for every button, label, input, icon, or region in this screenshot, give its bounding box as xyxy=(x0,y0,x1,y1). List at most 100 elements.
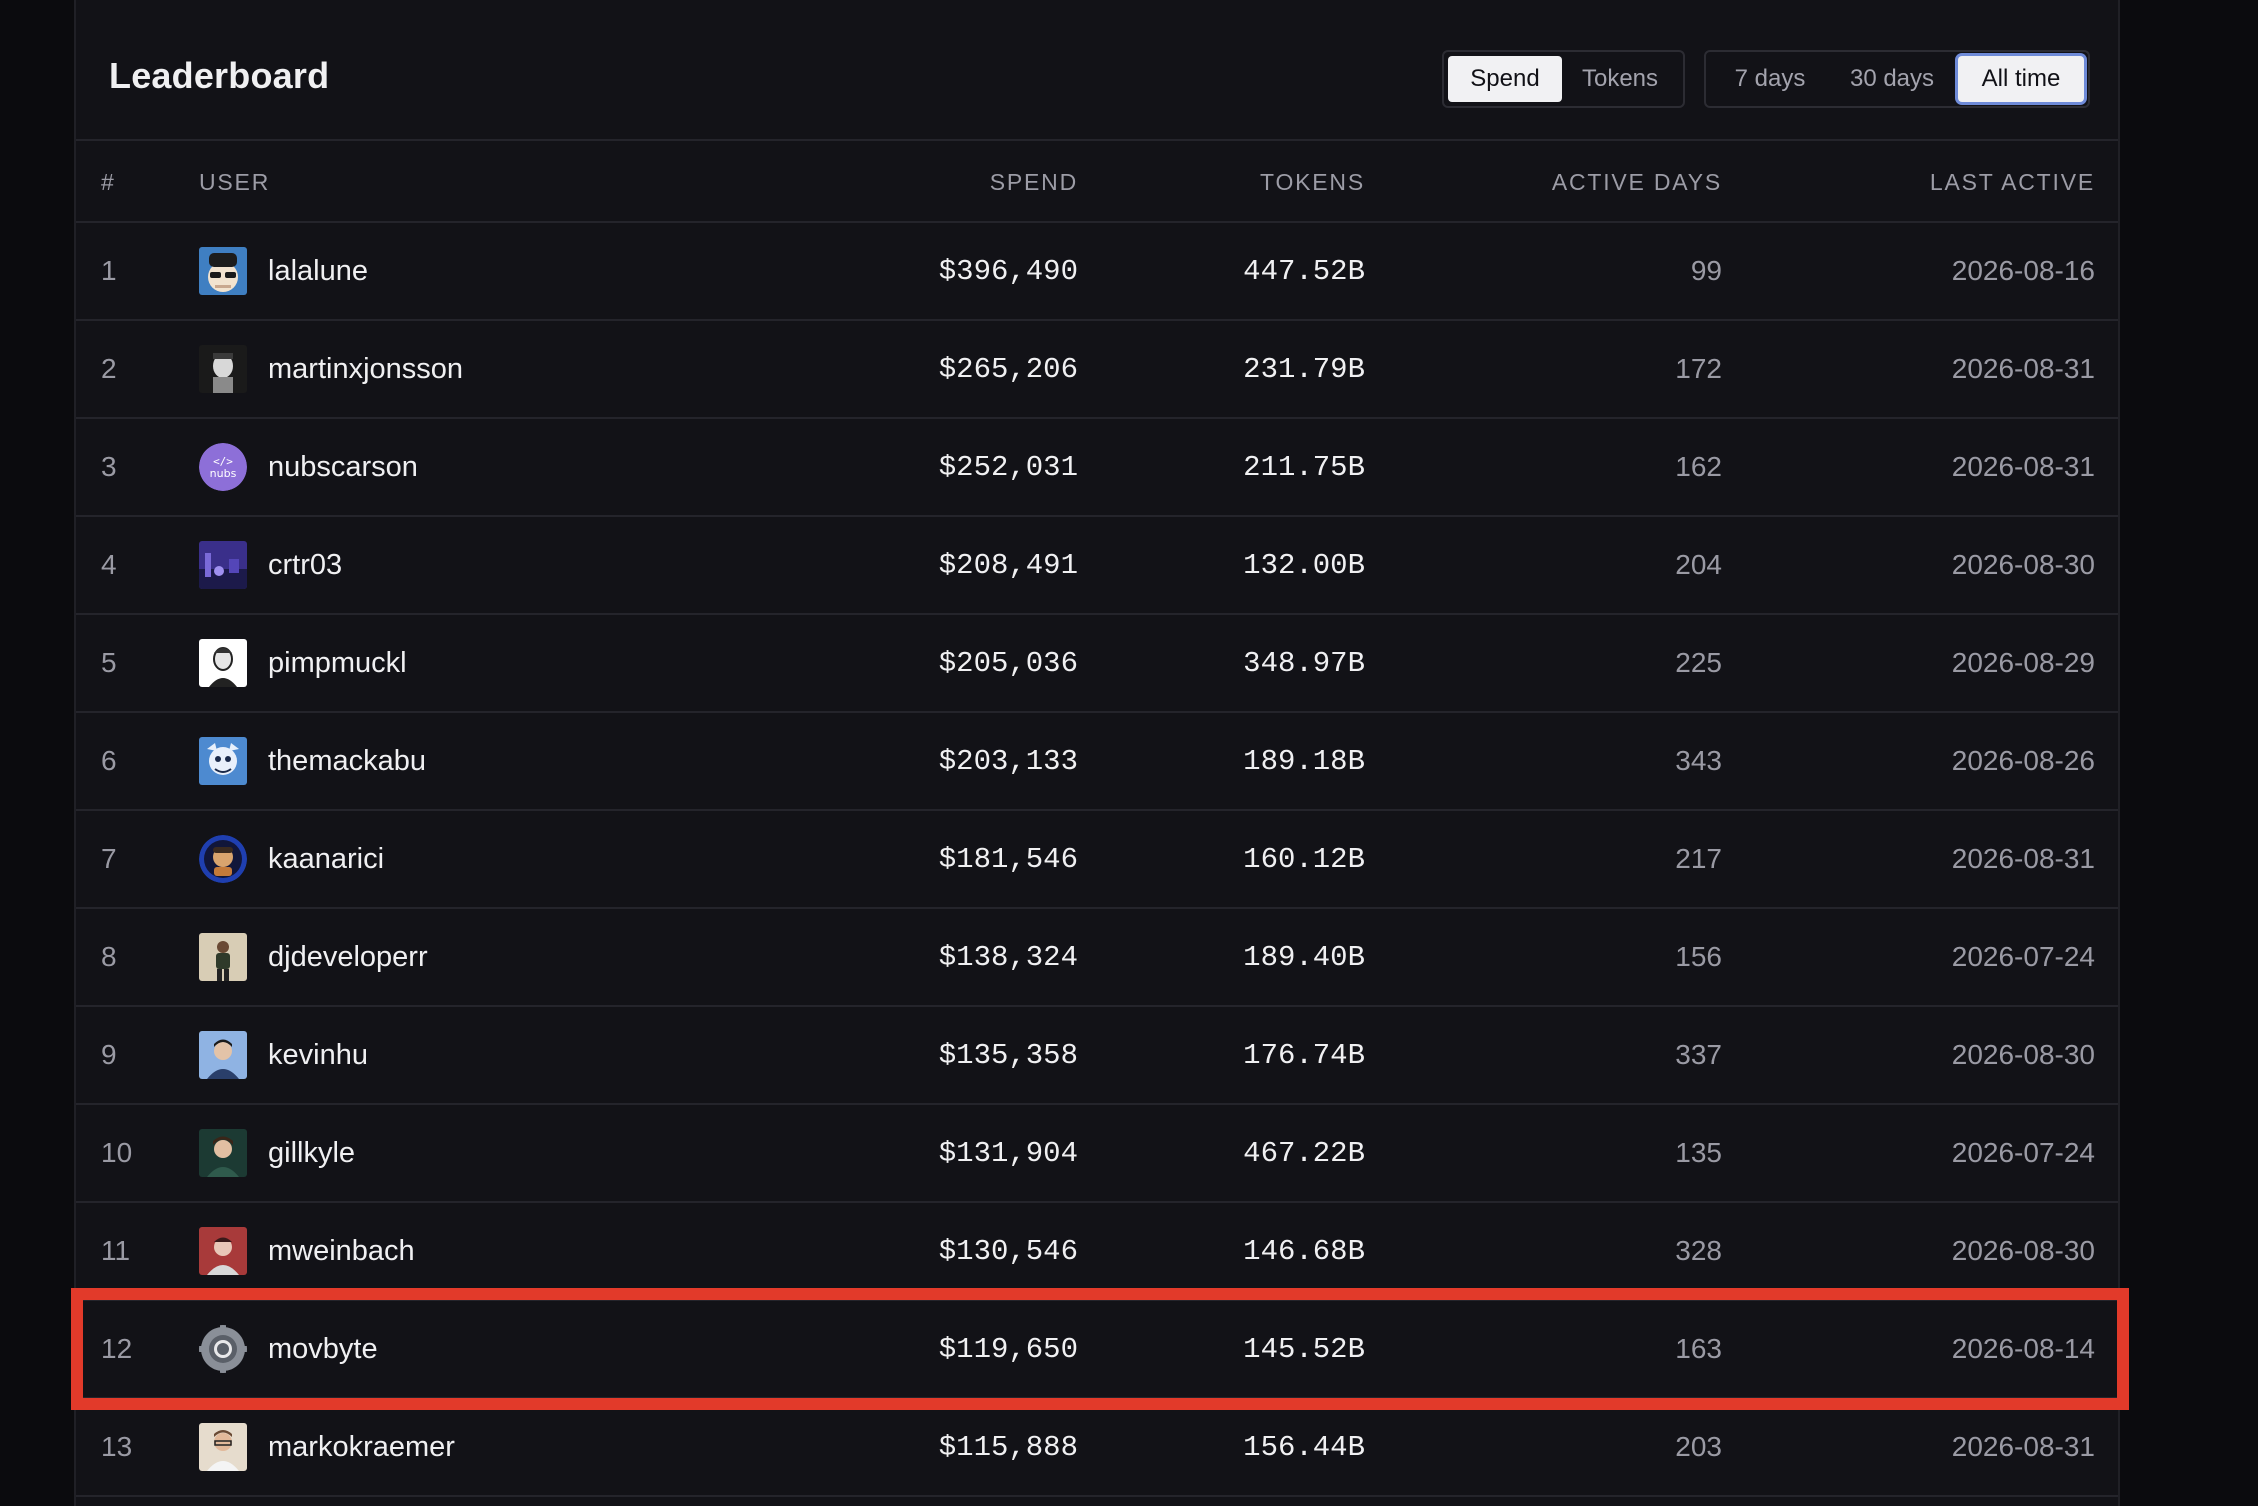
table-row[interactable]: 11 mweinbach $130,546 146.68B 328 2026-08-30 xyxy=(76,1203,2118,1301)
username-link[interactable]: movbyte xyxy=(268,1333,378,1366)
tokens-value: 447.52B xyxy=(1243,254,1365,288)
portrait-bw-icon xyxy=(199,345,247,393)
username-link[interactable]: kevinhu xyxy=(268,1039,368,1072)
rank-number: 7 xyxy=(101,843,117,874)
username-link[interactable]: lalalune xyxy=(268,255,368,288)
last-active-value: 2026-08-30 xyxy=(1951,1235,2095,1266)
rank-number: 8 xyxy=(101,941,117,972)
username-link[interactable]: markokraemer xyxy=(268,1431,455,1464)
column-tokens[interactable]: TOKENS xyxy=(1260,169,1365,196)
username-link[interactable]: pimpmuckl xyxy=(268,647,407,680)
active-days-value: 172 xyxy=(1675,353,1722,384)
spend-value: $138,324 xyxy=(938,940,1078,974)
cartoon-sunglasses-icon xyxy=(199,247,247,295)
table-row[interactable]: 6 themackabu $203,133 189.18B 343 2026-08-26 xyxy=(76,713,2118,811)
table-row[interactable]: 4 crtr03 $208,491 132.00B 204 2026-08-30 xyxy=(76,517,2118,615)
user-cell[interactable]: martinxjonsson xyxy=(199,321,463,417)
active-days-value: 328 xyxy=(1675,1235,1722,1266)
tokens-value: 348.97B xyxy=(1243,646,1365,680)
last-active-value: 2026-08-26 xyxy=(1951,745,2095,776)
user-cell[interactable]: kevinhu xyxy=(199,1007,368,1103)
user-cell[interactable]: lalalune xyxy=(199,223,368,319)
user-cell[interactable]: crtr03 xyxy=(199,517,342,613)
column-rank: # xyxy=(101,169,116,195)
tokens-value: 176.74B xyxy=(1243,1038,1365,1072)
user-cell[interactable]: themackabu xyxy=(199,713,426,809)
user-cell[interactable]: mweinbach xyxy=(199,1203,415,1299)
portrait-green-icon xyxy=(199,1129,247,1177)
table-row[interactable]: 13 markokraemer $115,888 156.44B 203 2026-08-… xyxy=(76,1399,2118,1497)
user-cell[interactable]: pimpmuckl xyxy=(199,615,407,711)
user-cell[interactable]: </> nubs nubscarson xyxy=(199,419,418,515)
username-link[interactable]: gillkyle xyxy=(268,1137,355,1170)
rank-number: 12 xyxy=(101,1333,133,1364)
username-link[interactable]: mweinbach xyxy=(268,1235,415,1268)
last-active-value: 2026-08-31 xyxy=(1951,353,2095,384)
last-active-value: 2026-08-14 xyxy=(1951,1333,2095,1364)
rank-number: 6 xyxy=(101,745,117,776)
active-days-value: 156 xyxy=(1675,941,1722,972)
portrait-red-icon xyxy=(199,1227,247,1275)
table-row[interactable]: 10 gillkyle $131,904 467.22B 135 2026-07-24 xyxy=(76,1105,2118,1203)
tokens-value: 189.18B xyxy=(1243,744,1365,778)
table-row[interactable]: 2 martinxjonsson $265,206 231.79B 172 2026-08… xyxy=(76,321,2118,419)
leaderboard-panel: Leaderboard Spend Tokens 7 days 30 days … xyxy=(74,0,2120,1506)
active-days-value: 217 xyxy=(1675,843,1722,874)
rank-number: 1 xyxy=(101,255,117,286)
table-row[interactable]: 7 kaanarici $181,546 160.12B 217 2026-08-31 xyxy=(76,811,2118,909)
purple-night-icon xyxy=(199,541,247,589)
column-last-active[interactable]: LAST ACTIVE xyxy=(1930,169,2095,196)
standing-person-icon xyxy=(199,933,247,981)
active-days-value: 163 xyxy=(1675,1333,1722,1364)
nubs-code-logo-icon: </> nubs xyxy=(199,443,247,491)
tokens-value: 156.44B xyxy=(1243,1430,1365,1464)
rank-number: 4 xyxy=(101,549,117,580)
table-row[interactable]: 12 movbyte $119,650 145.52B 163 2026-08-14 xyxy=(76,1301,2118,1399)
rank-number: 13 xyxy=(101,1431,133,1462)
user-cell[interactable]: gillkyle xyxy=(199,1105,355,1201)
spend-value: $115,888 xyxy=(938,1430,1078,1464)
user-cell[interactable]: djdeveloperr xyxy=(199,909,428,1005)
spend-value: $130,546 xyxy=(938,1234,1078,1268)
tab-spend[interactable]: Spend xyxy=(1448,56,1562,102)
column-active-days[interactable]: ACTIVE DAYS xyxy=(1552,169,1722,196)
last-active-value: 2026-08-30 xyxy=(1951,549,2095,580)
table-row[interactable]: 5 pimpmuckl $205,036 348.97B 225 2026-08-29 xyxy=(76,615,2118,713)
last-active-value: 2026-08-31 xyxy=(1951,451,2095,482)
tokens-value: 189.40B xyxy=(1243,940,1365,974)
table-row[interactable]: 8 djdeveloperr $138,324 189.40B 156 2026-07-2… xyxy=(76,909,2118,1007)
table-row[interactable]: 3 </> nubs nubscarson $252,031 211.75B 162 2026… xyxy=(76,419,2118,517)
tab-all-time[interactable]: All time xyxy=(1958,56,2084,102)
rank-number: 5 xyxy=(101,647,117,678)
username-link[interactable]: kaanarici xyxy=(268,843,384,876)
rank-number: 11 xyxy=(101,1235,131,1266)
username-link[interactable]: themackabu xyxy=(268,745,426,778)
column-spend[interactable]: SPEND xyxy=(990,169,1078,196)
table-row[interactable]: 9 kevinhu $135,358 176.74B 337 2026-08-30 xyxy=(76,1007,2118,1105)
spend-value: $208,491 xyxy=(938,548,1078,582)
round-cartoon-icon xyxy=(199,835,247,883)
user-cell[interactable]: markokraemer xyxy=(199,1399,455,1495)
table-header: # USER SPEND TOKENS ACTIVE DAYS LAST ACT… xyxy=(76,141,2118,223)
last-active-value: 2026-08-31 xyxy=(1951,1431,2095,1462)
spend-value: $396,490 xyxy=(938,254,1078,288)
tokens-value: 211.75B xyxy=(1243,450,1365,484)
tab-30-days[interactable]: 30 days xyxy=(1830,56,1954,102)
active-days-value: 99 xyxy=(1690,255,1722,286)
username-link[interactable]: djdeveloperr xyxy=(268,941,428,974)
rank-number: 10 xyxy=(101,1137,133,1168)
tab-7-days[interactable]: 7 days xyxy=(1710,56,1830,102)
column-user[interactable]: USER xyxy=(199,169,270,196)
username-link[interactable]: crtr03 xyxy=(268,549,342,582)
table-row[interactable]: 1 lalalune $396,490 447.52B 99 2026-08-16 xyxy=(76,223,2118,321)
username-link[interactable]: martinxjonsson xyxy=(268,353,463,386)
time-range-toggle: 7 days 30 days All time xyxy=(1704,50,2090,108)
tab-tokens[interactable]: Tokens xyxy=(1562,56,1678,102)
last-active-value: 2026-07-24 xyxy=(1951,941,2095,972)
tokens-value: 145.52B xyxy=(1243,1332,1365,1366)
active-days-value: 204 xyxy=(1675,549,1722,580)
active-days-value: 135 xyxy=(1675,1137,1722,1168)
username-link[interactable]: nubscarson xyxy=(268,451,418,484)
user-cell[interactable]: movbyte xyxy=(199,1301,378,1397)
user-cell[interactable]: kaanarici xyxy=(199,811,384,907)
